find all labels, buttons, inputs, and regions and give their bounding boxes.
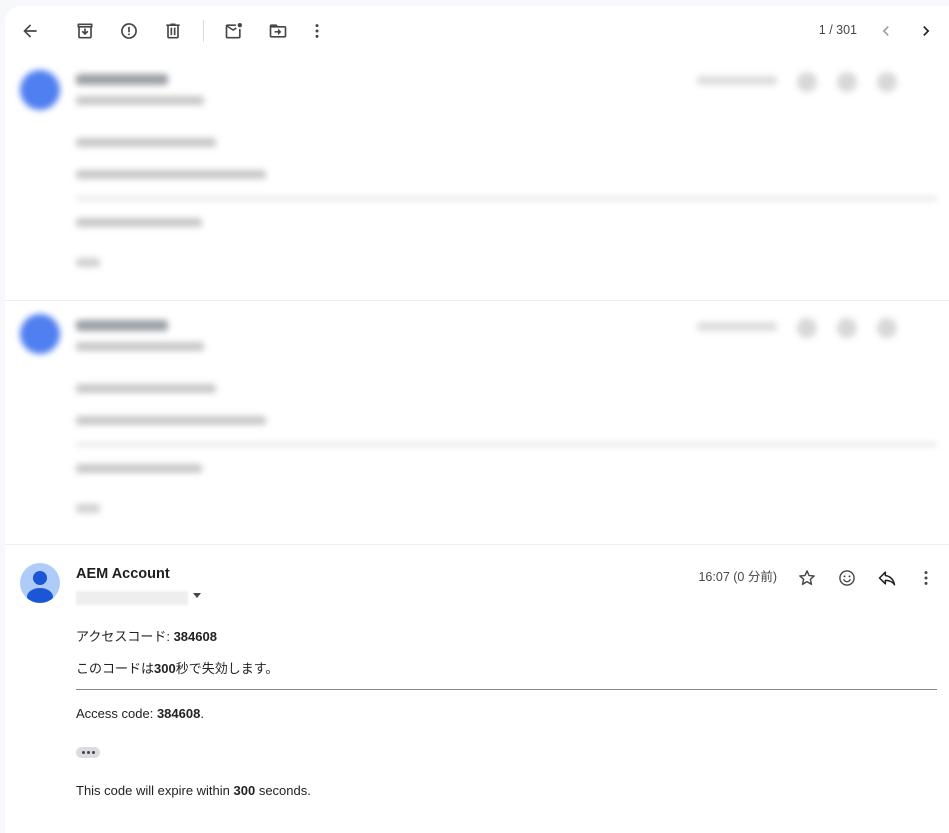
mail-reading-pane: 1 / 301 AEM Account 16:07 (0 分前) アクセスコード… bbox=[5, 6, 949, 833]
pagination-count: 1 / 301 bbox=[818, 23, 857, 37]
move-to-folder-icon bbox=[269, 24, 287, 38]
message-toolbar: 1 / 301 bbox=[5, 6, 949, 56]
chevron-left-icon bbox=[882, 26, 889, 36]
body-line-access-code-en: Access code: 384608. bbox=[76, 706, 204, 721]
toolbar-separator bbox=[203, 20, 204, 42]
dot bbox=[91, 751, 95, 754]
expanded-message: AEM Account 16:07 (0 分前) アクセスコード: 384608… bbox=[5, 544, 949, 833]
show-details-button[interactable] bbox=[191, 588, 203, 602]
add-reaction-button[interactable] bbox=[827, 558, 867, 598]
more-vert-icon bbox=[315, 24, 319, 38]
reply-icon bbox=[878, 571, 896, 586]
back-arrow-icon bbox=[23, 24, 37, 38]
archive-button[interactable] bbox=[65, 11, 105, 51]
access-code-value[interactable]: 384608 bbox=[157, 706, 200, 721]
newer-button[interactable] bbox=[866, 11, 906, 51]
older-button[interactable] bbox=[906, 11, 946, 51]
collapsed-message[interactable] bbox=[5, 56, 949, 301]
dot bbox=[86, 751, 90, 754]
report-spam-button[interactable] bbox=[109, 11, 149, 51]
chevron-right-icon bbox=[923, 26, 930, 36]
report-spam-icon bbox=[121, 23, 137, 39]
person-icon bbox=[27, 571, 53, 603]
caret-down-icon bbox=[193, 593, 201, 598]
body-line-access-code-ja: アクセスコード: 384608 bbox=[76, 629, 217, 644]
emoji-icon bbox=[839, 570, 855, 586]
dot bbox=[81, 751, 85, 754]
sender-avatar[interactable] bbox=[20, 563, 60, 603]
collapsed-message[interactable] bbox=[5, 300, 949, 545]
message-more-button[interactable] bbox=[906, 558, 946, 598]
divider bbox=[76, 689, 937, 690]
more-vert-icon bbox=[924, 571, 928, 585]
delete-button[interactable] bbox=[153, 11, 193, 51]
sender-name[interactable]: AEM Account bbox=[76, 566, 170, 582]
star-button[interactable] bbox=[787, 558, 827, 598]
archive-icon bbox=[77, 23, 93, 39]
recipient-redacted bbox=[76, 591, 188, 605]
mark-unread-button[interactable] bbox=[214, 11, 254, 51]
move-to-button[interactable] bbox=[258, 11, 298, 51]
access-code-value[interactable]: 384608 bbox=[174, 629, 217, 644]
body-line-expiry-ja: このコードは300秒で失効します。 bbox=[76, 661, 279, 676]
body-line-expiry-en: This code will expire within 300 seconds… bbox=[76, 783, 311, 798]
star-icon bbox=[799, 570, 815, 586]
reply-button[interactable] bbox=[867, 558, 907, 598]
more-actions-button[interactable] bbox=[297, 11, 337, 51]
mark-unread-icon bbox=[225, 23, 242, 39]
show-trimmed-content-button[interactable] bbox=[76, 747, 100, 758]
message-time: 16:07 (0 分前) bbox=[698, 570, 777, 584]
trash-icon bbox=[166, 23, 180, 39]
back-button[interactable] bbox=[10, 11, 50, 51]
